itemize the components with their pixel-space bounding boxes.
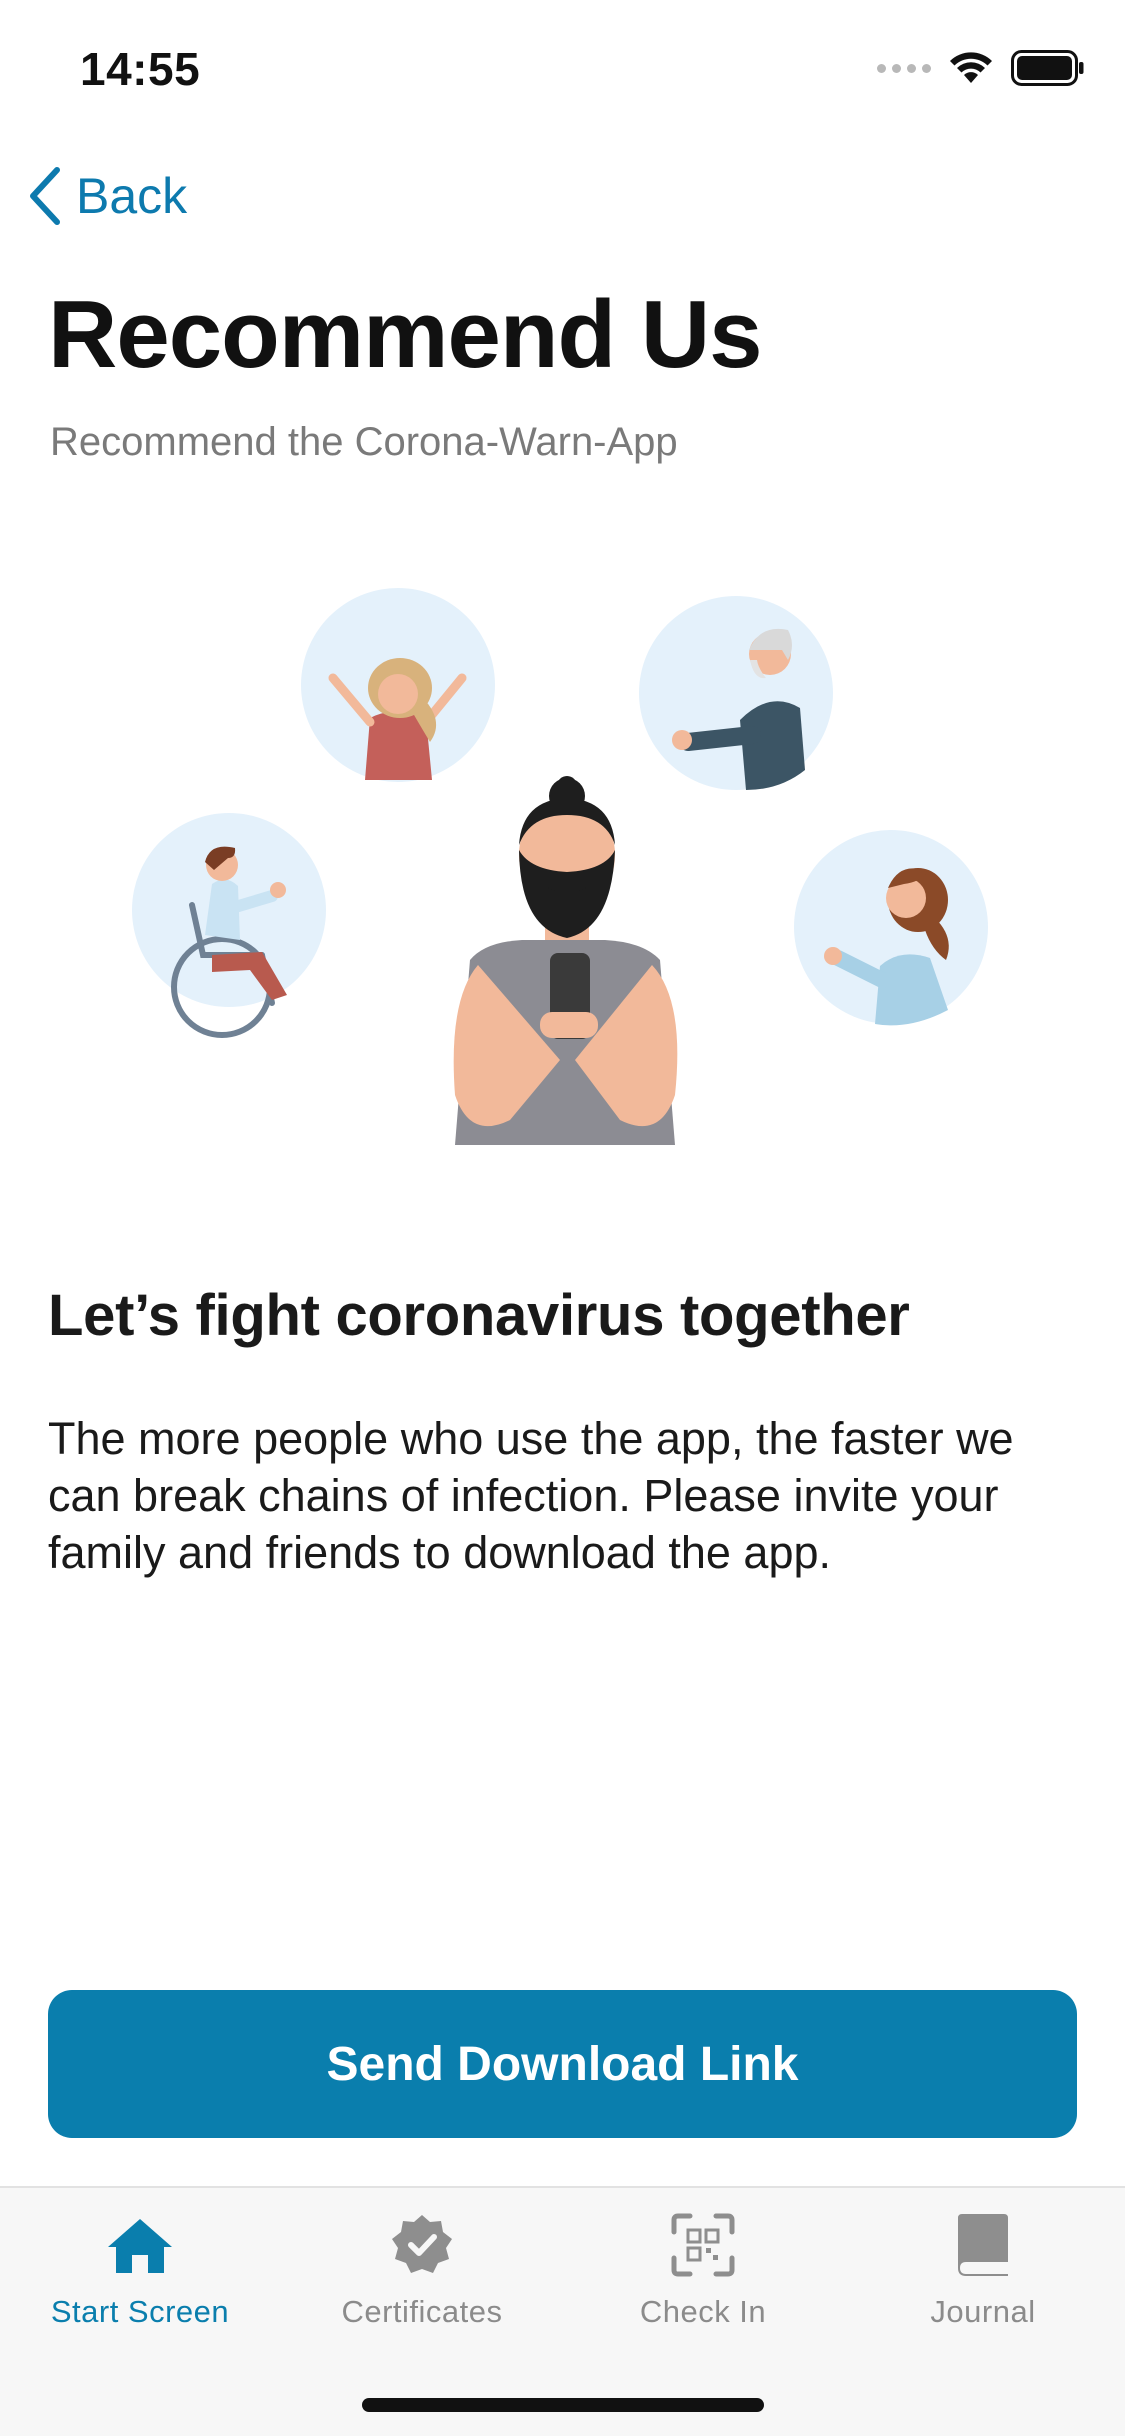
tab-start-screen[interactable]: Start Screen [20,2210,260,2330]
tab-journal[interactable]: Journal [863,2210,1103,2330]
book-icon [948,2210,1018,2280]
tab-label: Certificates [341,2294,503,2329]
tab-label: Check In [639,2294,767,2329]
status-time: 14:55 [80,43,201,95]
tab-certificates[interactable]: Certificates [302,2210,542,2330]
back-label: Back [76,168,188,224]
recommend-illustration [132,588,988,1145]
man-with-phone-figure [453,776,678,1145]
wifi-icon [950,52,992,83]
section-heading: Let’s fight coronavirus together [48,1283,910,1348]
cellular-signal-icon [877,63,931,73]
qr-scan-icon [668,2210,738,2280]
certificate-badge-icon [387,2210,457,2280]
tab-label: Start Screen [50,2294,230,2329]
status-bar: 14:55 [0,0,1125,140]
back-button[interactable]: Back [26,166,187,226]
battery-icon [1011,50,1084,86]
home-icon [105,2210,175,2280]
status-icons [877,50,1085,86]
recommend-screen: 14:55 Back Recommend Us Recommend the Co… [0,0,1125,2436]
chevron-left-icon [30,167,60,225]
home-indicator [362,2398,764,2412]
tab-label: Journal [930,2294,1036,2329]
body-text: The more people who use the app, the fas… [48,1413,1014,1578]
page-title: Recommend Us [48,281,763,388]
page-subtitle: Recommend the Corona-Warn-App [50,420,678,464]
send-download-link-button[interactable]: Send Download Link [48,1990,1077,2138]
tab-check-in[interactable]: Check In [583,2210,823,2330]
